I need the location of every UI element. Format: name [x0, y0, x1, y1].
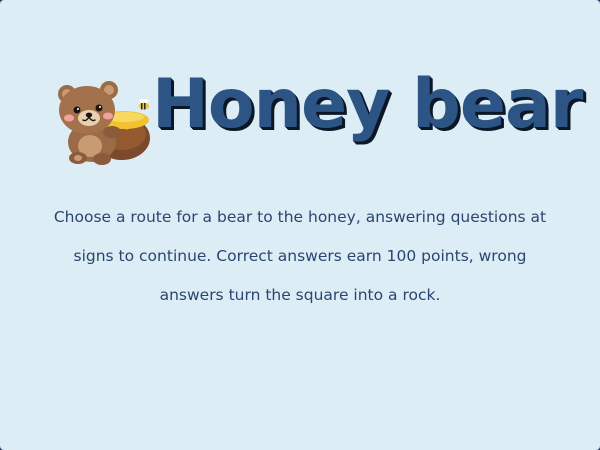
game-start-screen: Honey bear Choose a route for a bear to …: [0, 0, 600, 450]
game-title: Honey bear: [152, 65, 583, 144]
bee-icon: [139, 99, 149, 110]
bear-with-honey-pot-icon: [58, 81, 150, 165]
game-instructions: Choose a route for a bear to the honey, …: [53, 208, 547, 304]
